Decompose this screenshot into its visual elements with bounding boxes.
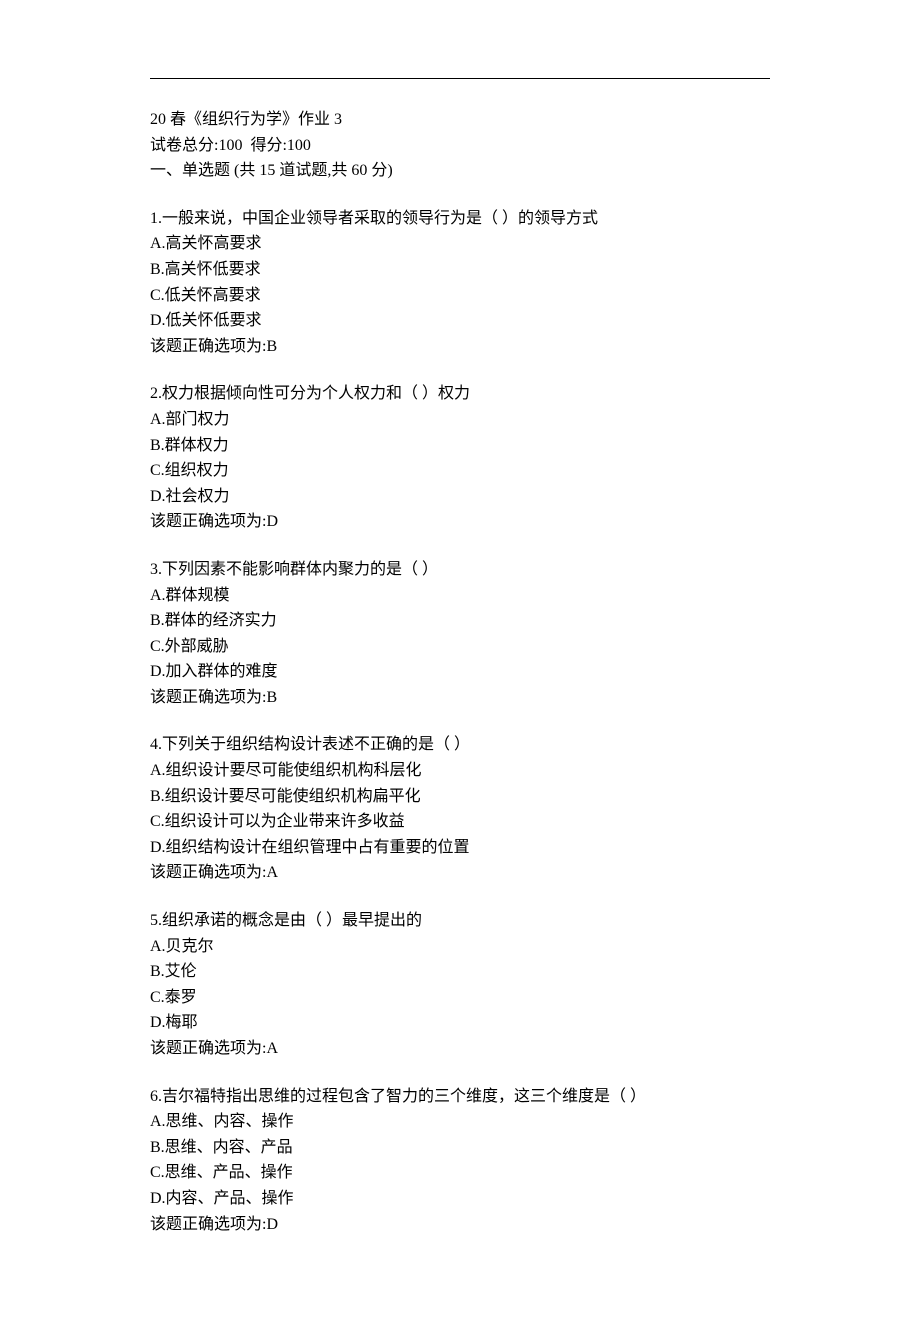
question-option: B.组织设计要尽可能使组织机构扁平化: [150, 784, 770, 810]
question-option: B.群体权力: [150, 433, 770, 459]
score-line: 试卷总分:100 得分:100: [150, 133, 770, 159]
question-answer: 该题正确选项为:A: [150, 860, 770, 886]
question-option: A.组织设计要尽可能使组织机构科层化: [150, 758, 770, 784]
question-option: C.组织权力: [150, 458, 770, 484]
question-stem: 3.下列因素不能影响群体内聚力的是（ ）: [150, 557, 770, 583]
question-option: D.梅耶: [150, 1010, 770, 1036]
question-option: D.内容、产品、操作: [150, 1186, 770, 1212]
question-option: B.艾伦: [150, 959, 770, 985]
question-option: C.组织设计可以为企业带来许多收益: [150, 809, 770, 835]
question-block: 4.下列关于组织结构设计表述不正确的是（ ）A.组织设计要尽可能使组织机构科层化…: [150, 732, 770, 886]
question-option: A.部门权力: [150, 407, 770, 433]
top-horizontal-rule: [150, 78, 770, 79]
question-option: A.贝克尔: [150, 934, 770, 960]
question-stem: 1.一般来说，中国企业领导者采取的领导行为是（ ）的领导方式: [150, 206, 770, 232]
section-heading: 一、单选题 (共 15 道试题,共 60 分): [150, 158, 770, 184]
exam-header: 20 春《组织行为学》作业 3 试卷总分:100 得分:100 一、单选题 (共…: [150, 107, 770, 184]
question-answer: 该题正确选项为:B: [150, 685, 770, 711]
question-option: D.低关怀低要求: [150, 308, 770, 334]
question-option: C.泰罗: [150, 985, 770, 1011]
question-option: B.高关怀低要求: [150, 257, 770, 283]
question-option: A.群体规模: [150, 583, 770, 609]
question-option: C.低关怀高要求: [150, 283, 770, 309]
question-answer: 该题正确选项为:D: [150, 509, 770, 535]
question-option: A.高关怀高要求: [150, 231, 770, 257]
question-answer: 该题正确选项为:A: [150, 1036, 770, 1062]
question-answer: 该题正确选项为:D: [150, 1212, 770, 1238]
question-option: A.思维、内容、操作: [150, 1109, 770, 1135]
question-stem: 6.吉尔福特指出思维的过程包含了智力的三个维度，这三个维度是（ ）: [150, 1084, 770, 1110]
exam-title: 20 春《组织行为学》作业 3: [150, 107, 770, 133]
question-option: C.外部威胁: [150, 634, 770, 660]
questions-container: 1.一般来说，中国企业领导者采取的领导行为是（ ）的领导方式A.高关怀高要求B.…: [150, 206, 770, 1237]
question-answer: 该题正确选项为:B: [150, 334, 770, 360]
question-stem: 2.权力根据倾向性可分为个人权力和（ ）权力: [150, 381, 770, 407]
question-block: 5.组织承诺的概念是由（ ）最早提出的A.贝克尔B.艾伦C.泰罗D.梅耶该题正确…: [150, 908, 770, 1062]
question-stem: 4.下列关于组织结构设计表述不正确的是（ ）: [150, 732, 770, 758]
question-option: B.思维、内容、产品: [150, 1135, 770, 1161]
page-container: 20 春《组织行为学》作业 3 试卷总分:100 得分:100 一、单选题 (共…: [0, 0, 920, 1339]
question-block: 6.吉尔福特指出思维的过程包含了智力的三个维度，这三个维度是（ ）A.思维、内容…: [150, 1084, 770, 1238]
question-option: B.群体的经济实力: [150, 608, 770, 634]
question-block: 1.一般来说，中国企业领导者采取的领导行为是（ ）的领导方式A.高关怀高要求B.…: [150, 206, 770, 360]
question-option: D.社会权力: [150, 484, 770, 510]
question-option: D.加入群体的难度: [150, 659, 770, 685]
question-stem: 5.组织承诺的概念是由（ ）最早提出的: [150, 908, 770, 934]
question-option: C.思维、产品、操作: [150, 1160, 770, 1186]
question-option: D.组织结构设计在组织管理中占有重要的位置: [150, 835, 770, 861]
question-block: 3.下列因素不能影响群体内聚力的是（ ）A.群体规模B.群体的经济实力C.外部威…: [150, 557, 770, 711]
question-block: 2.权力根据倾向性可分为个人权力和（ ）权力A.部门权力B.群体权力C.组织权力…: [150, 381, 770, 535]
